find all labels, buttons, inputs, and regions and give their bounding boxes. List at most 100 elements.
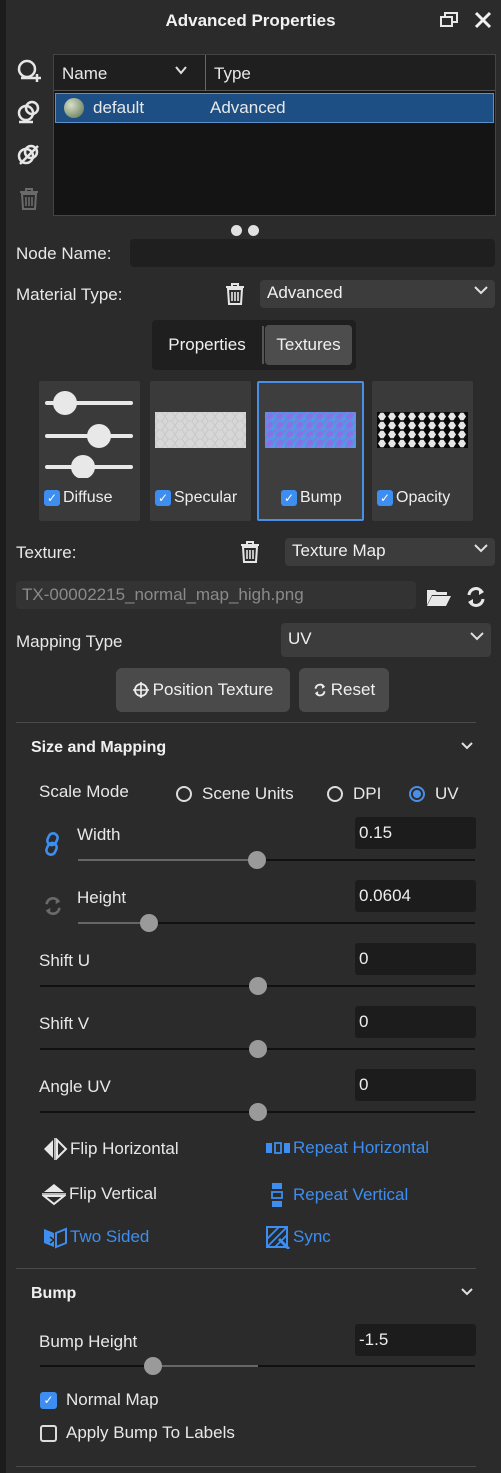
diffuse-label: Diffuse (63, 489, 113, 506)
panel-edge (0, 0, 6, 1473)
texture-tile-bump[interactable]: ✓ Bump (257, 381, 364, 521)
shift-v-input[interactable]: 0 (355, 1006, 476, 1038)
section-title-size-mapping[interactable]: Size and Mapping (31, 739, 166, 757)
column-separator[interactable] (205, 55, 206, 91)
width-input[interactable]: 0.15 (355, 817, 476, 849)
sync-toggle[interactable]: Sync (265, 1225, 331, 1249)
float-window-icon[interactable] (438, 9, 460, 31)
trash-icon[interactable] (16, 186, 42, 212)
shift-v-label: Shift V (39, 1014, 90, 1033)
radio-icon (409, 786, 425, 802)
duplicate-material-icon[interactable] (15, 98, 43, 126)
bump-checkbox[interactable]: ✓ Bump (281, 489, 342, 507)
slider-thumb[interactable] (249, 977, 267, 995)
flip-horizontal-toggle[interactable]: Flip Horizontal (42, 1138, 179, 1160)
tab-properties[interactable]: Properties (158, 325, 256, 365)
node-name-input[interactable] (130, 239, 495, 267)
angle-uv-slider[interactable] (40, 1103, 475, 1121)
bump-height-label: Bump Height (39, 1332, 138, 1351)
sync-icon[interactable] (41, 894, 65, 918)
scale-mode-label: Scale Mode (39, 782, 129, 801)
repeat-horizontal-icon (265, 1141, 291, 1155)
apply-bump-to-labels-checkbox[interactable]: Apply Bump To Labels (40, 1423, 235, 1443)
bump-height-input[interactable]: -1.5 (355, 1324, 476, 1356)
radio-icon (176, 786, 192, 802)
reload-icon[interactable] (463, 584, 489, 610)
checkbox-empty-icon (40, 1424, 57, 1442)
position-texture-button[interactable]: Position Texture (116, 668, 290, 712)
material-sphere-icon (64, 98, 84, 118)
bump-swatch (265, 412, 356, 448)
texture-tile-opacity[interactable]: ✓ Opacity (372, 381, 473, 521)
unlink-material-icon[interactable] (15, 141, 43, 169)
repeat-vertical-icon (270, 1182, 284, 1208)
chevron-down-icon (473, 540, 489, 561)
trash-icon[interactable] (223, 281, 247, 307)
texture-tile-diffuse[interactable]: ✓ Diffuse (39, 381, 140, 521)
tab-bar: Properties Textures (152, 320, 356, 370)
repeat-horizontal-toggle[interactable]: Repeat Horizontal (265, 1138, 429, 1158)
mapping-type-select[interactable]: UV (281, 623, 491, 657)
slider-thumb[interactable] (249, 1103, 267, 1121)
scale-mode-dpi[interactable]: DPI (327, 784, 381, 804)
scale-mode-uv[interactable]: UV (409, 784, 459, 804)
material-list[interactable]: Name Type default Advanced (53, 54, 496, 216)
crosshair-icon (132, 682, 149, 698)
close-icon[interactable] (471, 8, 495, 32)
chevron-down-icon[interactable] (460, 1285, 474, 1302)
texture-type-select[interactable]: Texture Map (285, 538, 495, 566)
column-name[interactable]: Name (62, 64, 107, 84)
mapping-type-value: UV (288, 629, 312, 648)
reset-button[interactable]: Reset (299, 668, 389, 712)
shift-v-slider[interactable] (40, 1040, 475, 1058)
shift-u-input[interactable]: 0 (355, 943, 476, 975)
divider (16, 722, 476, 723)
check-icon: ✓ (281, 490, 297, 506)
texture-file-field[interactable]: TX-00002215_normal_map_high.png (16, 581, 416, 609)
folder-open-icon[interactable] (425, 585, 453, 609)
trash-icon[interactable] (238, 539, 262, 565)
texture-tile-specular[interactable]: ✓ Specular (150, 381, 251, 521)
opacity-label: Opacity (396, 489, 451, 506)
section-title-bump[interactable]: Bump (31, 1285, 76, 1303)
slider-thumb[interactable] (144, 1357, 162, 1375)
chevron-down-icon[interactable] (460, 739, 474, 756)
height-input[interactable]: 0.0604 (355, 880, 476, 912)
slider-thumb[interactable] (248, 851, 266, 869)
flip-horizontal-label: Flip Horizontal (70, 1139, 179, 1158)
diffuse-checkbox[interactable]: ✓ Diffuse (44, 489, 113, 507)
repeat-vertical-label: Repeat Vertical (293, 1185, 409, 1204)
opacity-checkbox[interactable]: ✓ Opacity (377, 489, 450, 507)
column-type[interactable]: Type (214, 64, 251, 84)
tab-textures[interactable]: Textures (265, 325, 352, 365)
divider (16, 1466, 476, 1467)
texture-label: Texture: (16, 543, 77, 562)
slider-thumb[interactable] (140, 914, 158, 932)
slider-fill (78, 859, 257, 861)
scale-mode-scene-units[interactable]: Scene Units (176, 784, 294, 804)
dpi-label: DPI (353, 784, 382, 803)
resize-handle[interactable] (231, 221, 281, 256)
material-type-select[interactable]: Advanced (260, 280, 495, 308)
slider-thumb[interactable] (249, 1040, 267, 1058)
flip-vertical-toggle[interactable]: Flip Vertical (42, 1182, 157, 1206)
add-material-icon[interactable] (15, 57, 43, 85)
normal-map-label: Normal Map (66, 1390, 159, 1409)
two-sided-icon (42, 1225, 68, 1249)
check-icon: ✓ (40, 1391, 57, 1409)
link-icon[interactable] (41, 831, 63, 857)
shift-u-slider[interactable] (40, 977, 475, 995)
chevron-down-icon[interactable] (174, 62, 188, 82)
angle-uv-input[interactable]: 0 (355, 1069, 476, 1101)
check-icon: ✓ (44, 490, 60, 506)
specular-checkbox[interactable]: ✓ Specular (155, 489, 237, 507)
window-title: Advanced Properties (165, 11, 336, 30)
bump-height-slider[interactable] (40, 1357, 475, 1375)
width-slider[interactable] (78, 851, 475, 869)
list-item[interactable]: default Advanced (55, 93, 494, 123)
divider (16, 1268, 476, 1269)
normal-map-checkbox[interactable]: ✓ Normal Map (40, 1390, 159, 1410)
repeat-vertical-toggle[interactable]: Repeat Vertical (270, 1182, 408, 1208)
height-slider[interactable] (78, 914, 475, 932)
two-sided-toggle[interactable]: Two Sided (42, 1225, 149, 1249)
